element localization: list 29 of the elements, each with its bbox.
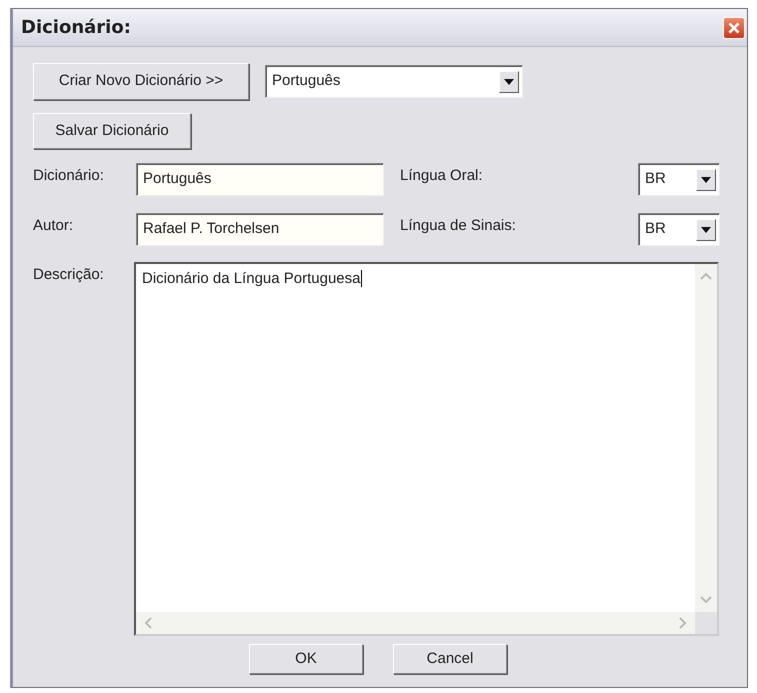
text-field[interactable]: Português xyxy=(136,163,384,196)
field-label: Autor: xyxy=(33,216,74,236)
scrollbar-corner xyxy=(695,612,717,634)
field-label: Dicionário: xyxy=(33,166,105,186)
caret-icon xyxy=(701,176,711,182)
language-select[interactable]: BR xyxy=(638,163,720,196)
window-title: Dicionário: xyxy=(21,16,131,40)
field-label: Língua Oral: xyxy=(400,166,484,186)
scroll-left-icon[interactable] xyxy=(144,617,152,629)
field-label: Língua de Sinais: xyxy=(400,216,517,236)
vertical-scrollbar[interactable] xyxy=(695,264,717,612)
scroll-up-icon[interactable] xyxy=(700,272,712,280)
save-dictionary-button[interactable]: Salvar Dicionário xyxy=(33,113,191,149)
create-dictionary-button[interactable]: Criar Novo Dicionário >> xyxy=(33,63,249,100)
scroll-right-icon[interactable] xyxy=(679,617,687,629)
horizontal-scrollbar[interactable] xyxy=(136,612,695,634)
dialog-button[interactable]: OK xyxy=(249,644,363,674)
text-field[interactable]: Rafael P. Torchelsen xyxy=(136,213,384,246)
close-icon[interactable] xyxy=(723,16,745,38)
field-label: Descrição: xyxy=(33,265,105,285)
dialog-button[interactable]: Cancel xyxy=(393,644,507,674)
caret-icon xyxy=(701,226,711,232)
description-text: Dicionário da Língua Portuguesa xyxy=(142,270,362,287)
caret-icon xyxy=(504,78,514,84)
dictionary-select[interactable]: Português xyxy=(265,65,523,98)
language-select[interactable]: BR xyxy=(638,213,720,246)
description-textarea[interactable]: Dicionário da Língua Portuguesa xyxy=(134,262,719,636)
scroll-down-icon[interactable] xyxy=(700,596,712,604)
select-value: Português xyxy=(272,71,340,92)
